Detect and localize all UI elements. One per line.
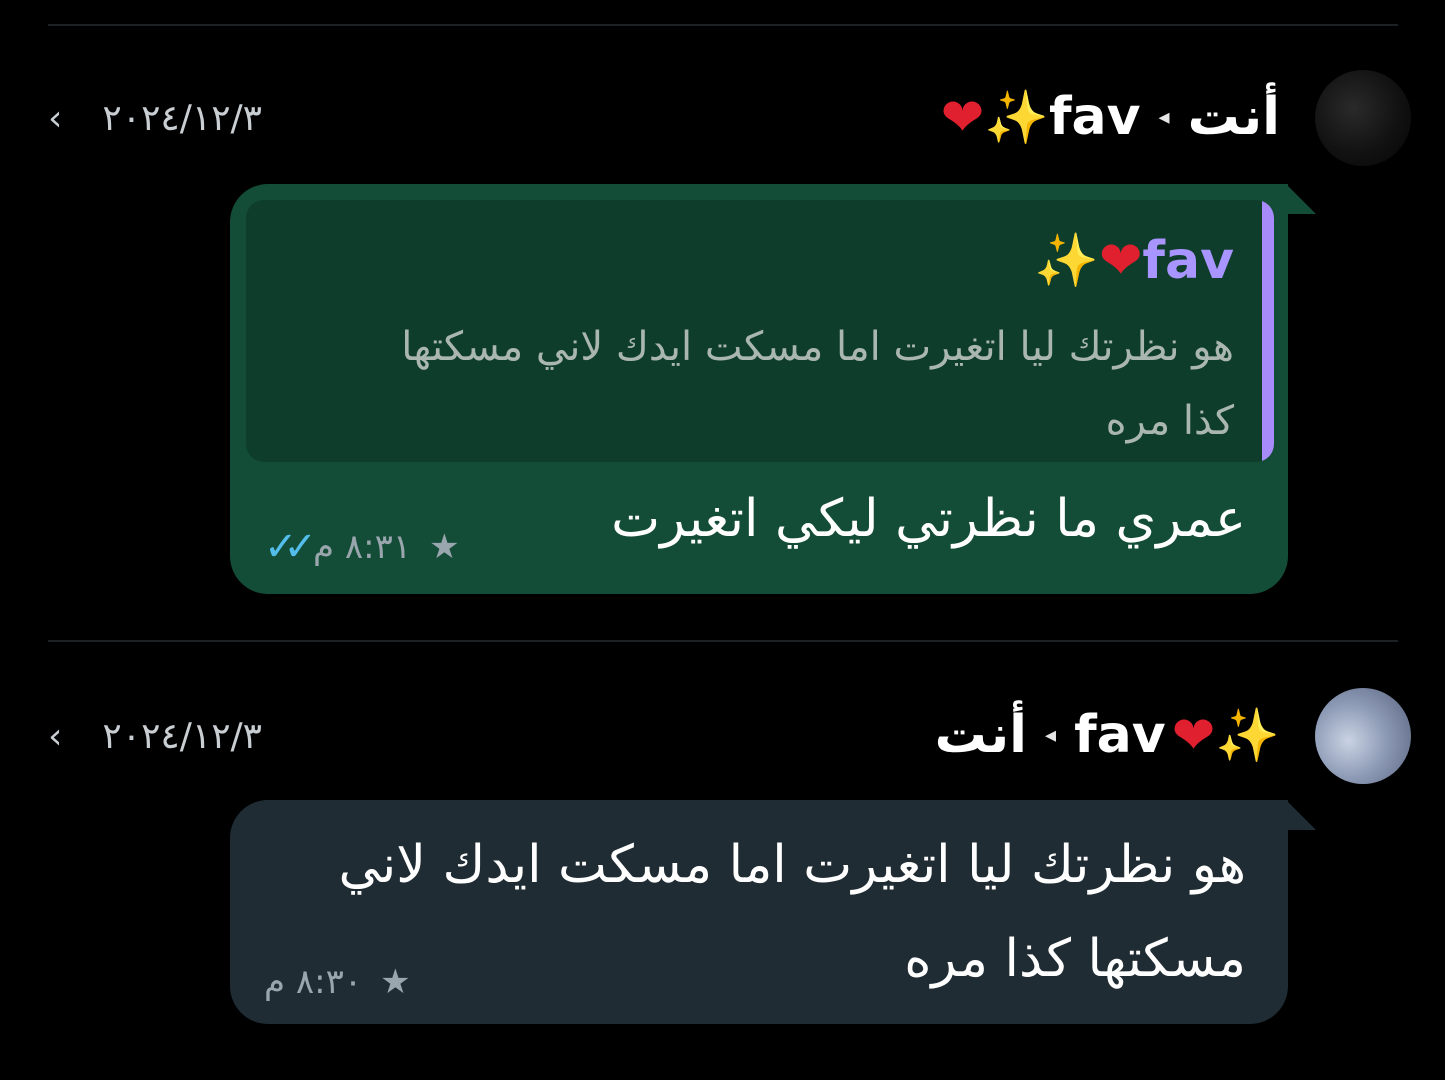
received-message-bubble[interactable]: هو نظرتك ليا اتغيرت اما مسكت ايدك لاني م…: [230, 800, 1288, 1024]
chevron-left-icon[interactable]: ‹: [48, 716, 62, 757]
heart-icon: ❤: [1171, 705, 1216, 766]
avatar[interactable]: [1315, 70, 1411, 166]
star-icon: ★: [380, 962, 411, 1002]
heart-icon: ❤: [940, 87, 985, 148]
quoted-sender-name: fav❤✨: [1034, 230, 1234, 291]
sender-name: أنت: [1187, 87, 1280, 147]
starred-messages-screen: أنت ◂ fav ❤✨ ‹ ٢٠٢٤/١٢/٣ fav❤✨ هو نظرتك …: [0, 0, 1445, 1080]
message-text: عمري ما نظرتي ليكي اتغيرت: [611, 489, 1246, 549]
sparkles-icon: ✨: [1215, 705, 1280, 766]
recipient-name: fav: [1048, 87, 1141, 147]
divider: [48, 24, 1398, 26]
message-time: ٨:٣٠ م: [264, 962, 363, 1002]
quoted-text: هو نظرتك ليا اتغيرت اما مسكت ايدك لاني م…: [401, 324, 1234, 444]
recipient-emoji: ❤✨: [941, 87, 1049, 148]
message-date: ٢٠٢٤/١٢/٣: [102, 715, 263, 757]
message-meta: ٨:٣٠ م ★: [264, 962, 411, 1002]
message-header: ❤✨ fav ◂ أنت: [935, 700, 1280, 770]
quote-accent-bar: [1262, 200, 1274, 462]
message-text: هو نظرتك ليا اتغيرت اما مسكت ايدك لاني م…: [338, 835, 1246, 989]
message-header: أنت ◂ fav ❤✨: [941, 82, 1280, 152]
avatar[interactable]: [1315, 688, 1411, 784]
bubble-tail: [1286, 800, 1316, 830]
divider: [48, 640, 1398, 642]
message-meta: ✓✓ ٨:٣١ م ★: [264, 524, 460, 570]
chevron-left-icon[interactable]: ‹: [48, 98, 62, 139]
message-date-row[interactable]: ‹ ٢٠٢٤/١٢/٣: [48, 88, 262, 148]
double-check-read-icon: ✓✓: [264, 524, 317, 570]
quoted-sender-label: fav: [1142, 231, 1234, 291]
sparkles-icon: ✨: [1034, 231, 1099, 291]
recipient-name: أنت: [934, 705, 1028, 765]
message-date-row[interactable]: ‹ ٢٠٢٤/١٢/٣: [48, 706, 262, 766]
star-icon: ★: [429, 527, 460, 567]
sender-emoji: ❤✨: [1172, 705, 1280, 766]
sparkles-icon: ✨: [984, 87, 1049, 148]
quoted-message[interactable]: fav❤✨ هو نظرتك ليا اتغيرت اما مسكت ايدك …: [246, 200, 1274, 462]
bubble-tail: [1286, 184, 1316, 214]
message-date: ٢٠٢٤/١٢/٣: [102, 97, 263, 139]
direction-arrow-icon: ◂: [1158, 104, 1170, 130]
sender-name: fav: [1074, 705, 1166, 765]
direction-arrow-icon: ◂: [1045, 722, 1057, 748]
sent-message-bubble[interactable]: fav❤✨ هو نظرتك ليا اتغيرت اما مسكت ايدك …: [230, 184, 1288, 594]
heart-icon: ❤: [1098, 231, 1143, 291]
message-time: ٨:٣١ م: [313, 527, 412, 567]
